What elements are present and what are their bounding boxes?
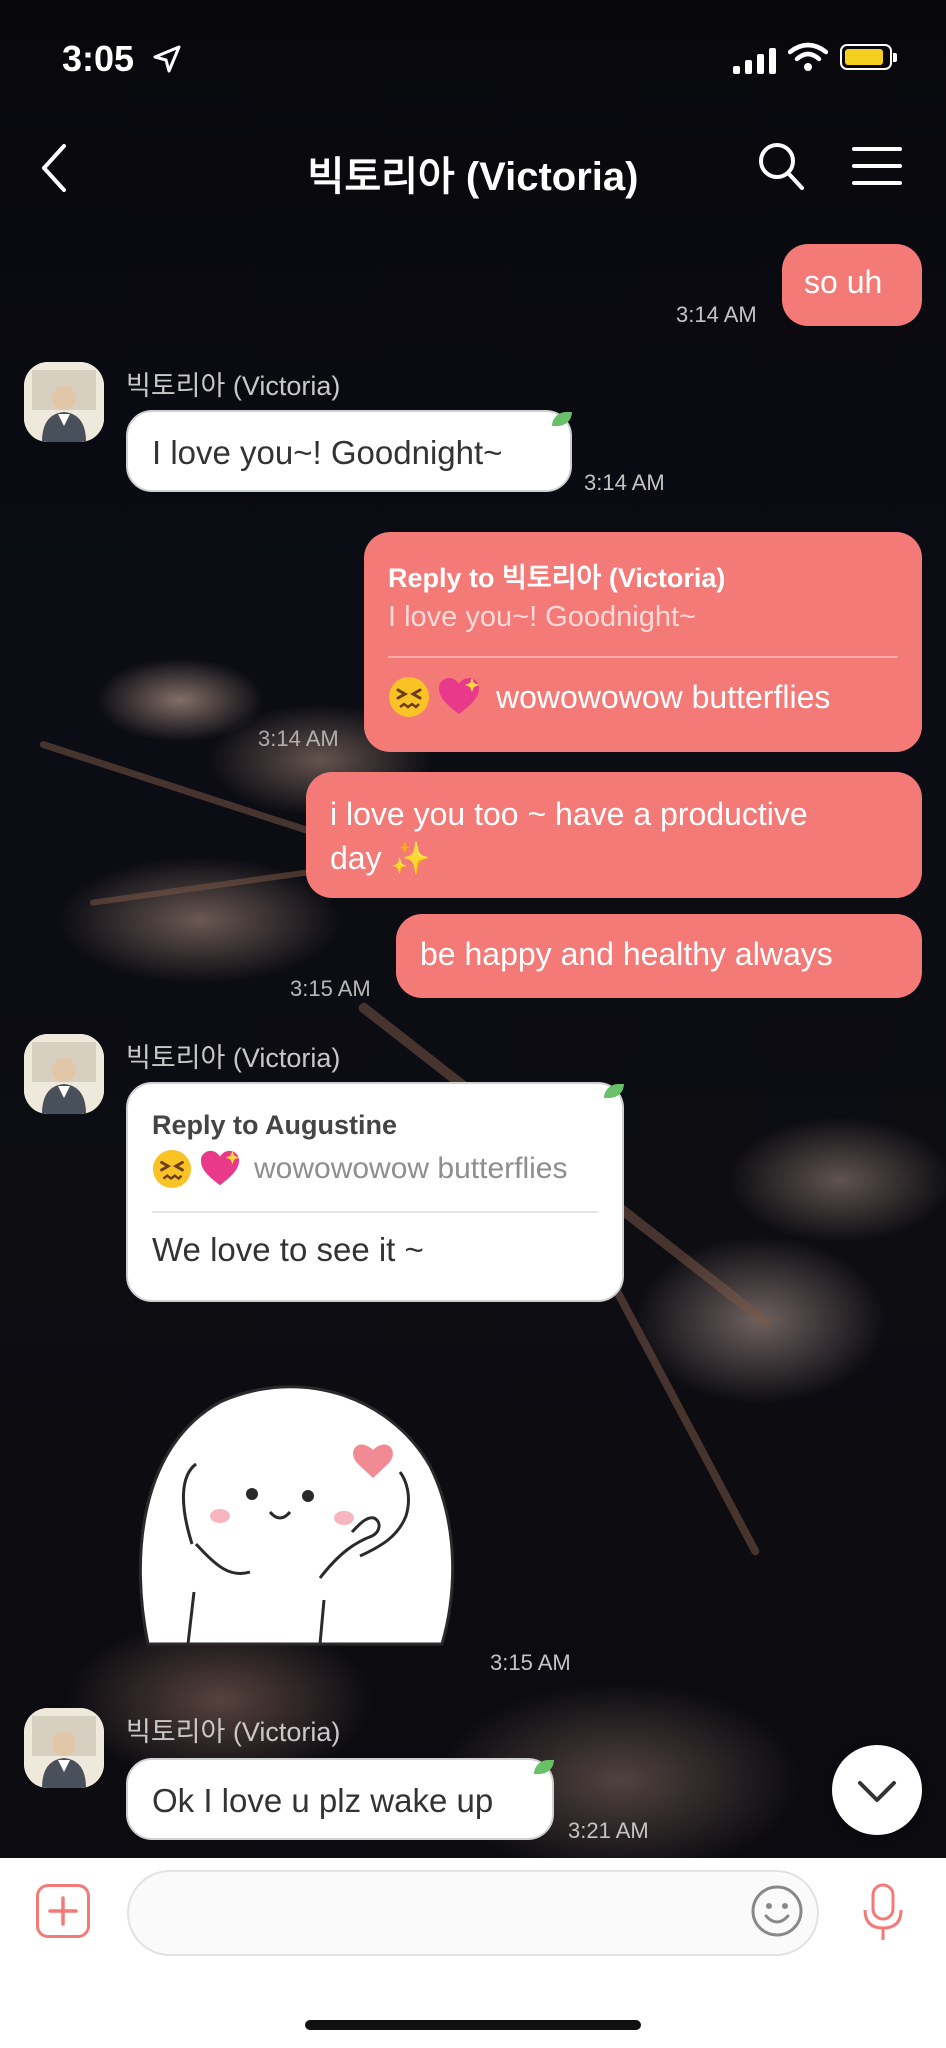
emoji-icon[interactable] bbox=[750, 1884, 804, 1938]
message-text-line: day ✨ bbox=[330, 840, 431, 876]
avatar[interactable] bbox=[24, 1034, 104, 1114]
reply-header: Reply to 빅토리아 (Victoria) bbox=[388, 563, 726, 593]
message-text: We love to see it ~ bbox=[152, 1231, 424, 1268]
incoming-reply-message[interactable]: Reply to Augustine wowowowow butterflies… bbox=[126, 1082, 624, 1302]
plus-glyph bbox=[48, 1896, 78, 1926]
message-time: 3:14 AM bbox=[258, 726, 339, 751]
message-time: 3:21 AM bbox=[568, 1818, 649, 1843]
plus-icon[interactable] bbox=[36, 1884, 90, 1938]
message-input[interactable] bbox=[127, 1870, 819, 1956]
message-text: Ok I love u plz wake up bbox=[152, 1782, 494, 1819]
message-text: I love you~! Goodnight~ bbox=[152, 434, 503, 471]
scroll-to-bottom-button[interactable] bbox=[832, 1745, 922, 1835]
message-time: 3:14 AM bbox=[676, 302, 757, 327]
reply-divider bbox=[152, 1211, 598, 1213]
avatar[interactable] bbox=[24, 1708, 104, 1788]
microphone-icon[interactable] bbox=[860, 1882, 906, 1944]
outgoing-message[interactable]: i love you too ~ have a productive day ✨ bbox=[306, 772, 922, 898]
message-text: be happy and healthy always bbox=[420, 936, 833, 972]
outgoing-reply-message[interactable]: Reply to 빅토리아 (Victoria) I love you~! Go… bbox=[364, 532, 922, 752]
search-icon[interactable] bbox=[756, 140, 806, 194]
quoted-row: wowowowow butterflies bbox=[152, 1149, 598, 1189]
message-body: wowowowow butterflies bbox=[388, 676, 898, 718]
avatar-image bbox=[24, 362, 104, 442]
sparkling-heart-icon bbox=[439, 678, 479, 714]
sender-name: 빅토리아 (Victoria) bbox=[126, 1717, 341, 1747]
incoming-message[interactable]: Ok I love u plz wake up bbox=[126, 1758, 554, 1840]
incoming-message[interactable]: I love you~! Goodnight~ bbox=[126, 410, 572, 492]
location-arrow-icon bbox=[153, 45, 181, 73]
outgoing-message[interactable]: so uh bbox=[782, 244, 922, 326]
confounded-face-icon bbox=[152, 1149, 192, 1189]
outgoing-message[interactable]: be happy and healthy always bbox=[396, 914, 922, 998]
reply-divider bbox=[388, 656, 898, 658]
signal-icon bbox=[733, 48, 776, 74]
message-time: 3:14 AM bbox=[584, 470, 665, 495]
message-text: so uh bbox=[804, 264, 883, 300]
home-indicator bbox=[305, 2020, 641, 2030]
battery-icon bbox=[840, 44, 897, 70]
menu-icon[interactable] bbox=[852, 146, 902, 186]
avatar-image bbox=[24, 1708, 104, 1788]
quoted-text: wowowowow butterflies bbox=[254, 1152, 568, 1185]
avatar[interactable] bbox=[24, 362, 104, 442]
message-input-bar bbox=[0, 1858, 946, 2048]
message-text-line: i love you too ~ have a productive bbox=[330, 796, 808, 832]
confounded-face-icon bbox=[389, 677, 429, 717]
sticker-image[interactable] bbox=[120, 1356, 470, 1646]
status-bar: 3:05 bbox=[0, 0, 946, 120]
chat-header: 빅토리아 (Victoria) bbox=[0, 120, 946, 220]
message-time: 3:15 AM bbox=[490, 1650, 571, 1675]
avatar-image bbox=[24, 1034, 104, 1114]
sender-name: 빅토리아 (Victoria) bbox=[126, 371, 341, 401]
message-text: wowowowow butterflies bbox=[496, 678, 831, 715]
quoted-text: I love you~! Goodnight~ bbox=[388, 601, 696, 633]
message-time: 3:15 AM bbox=[290, 976, 371, 1001]
chat-screen: 3:05 빅토리아 (Victoria) so uh 3:14 AM 빅토리아 … bbox=[0, 0, 946, 2048]
sparkling-heart-icon bbox=[200, 1150, 240, 1186]
status-time: 3:05 bbox=[62, 38, 135, 79]
wifi-icon bbox=[788, 42, 828, 71]
sender-name: 빅토리아 (Victoria) bbox=[126, 1043, 341, 1073]
chevron-down-icon bbox=[858, 1781, 896, 1802]
reply-header: Reply to Augustine bbox=[152, 1110, 398, 1140]
